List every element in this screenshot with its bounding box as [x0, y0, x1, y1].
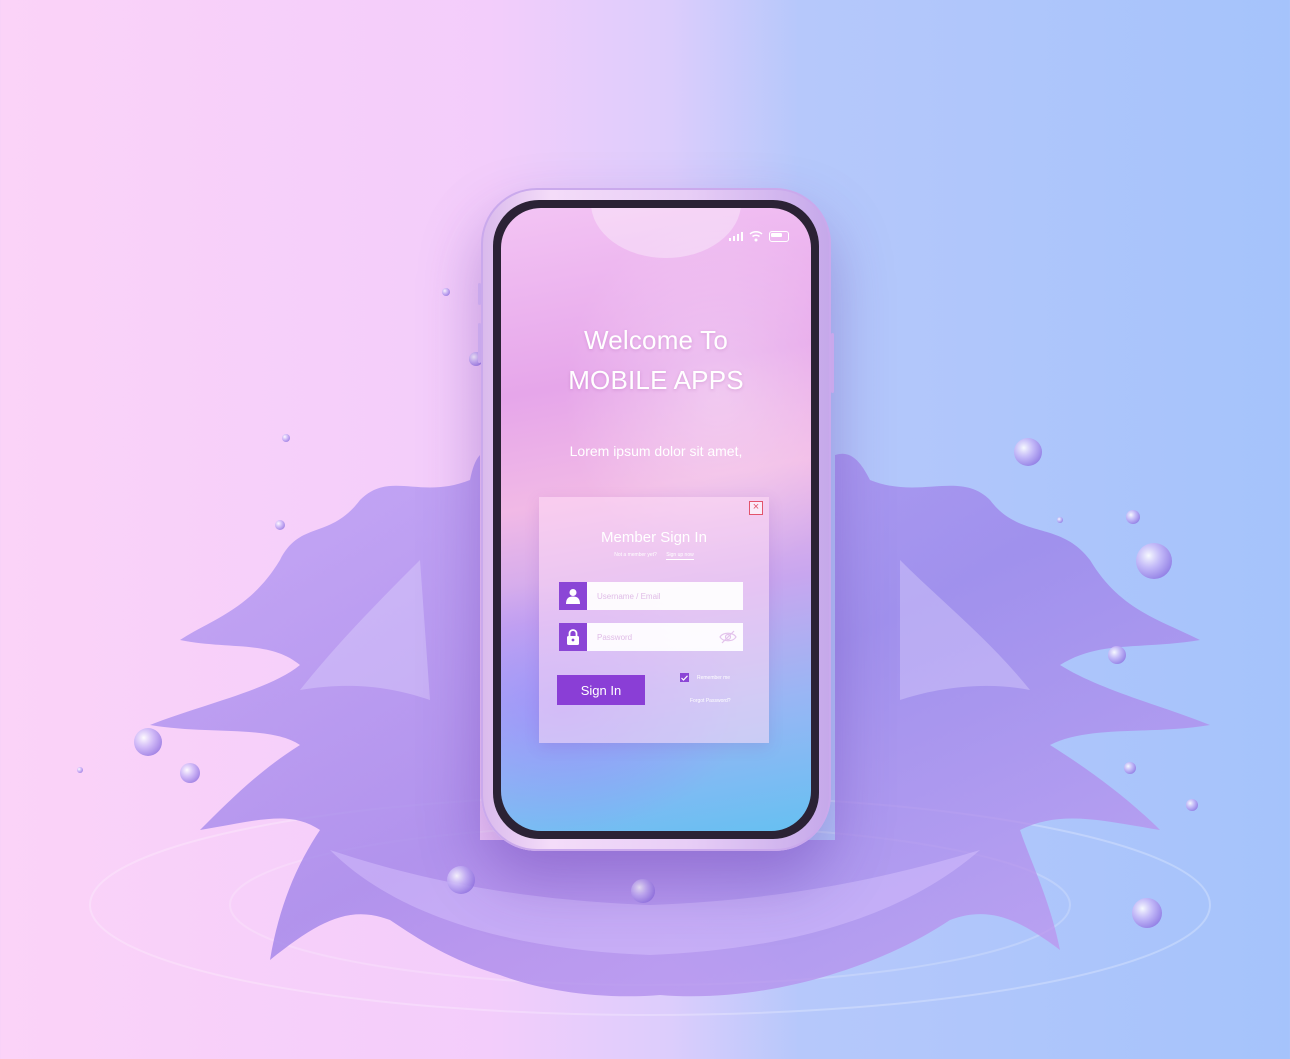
password-field: [559, 623, 743, 651]
username-field: [559, 582, 743, 610]
forgot-password-link[interactable]: Forgot Password?: [690, 698, 731, 704]
smartphone: Welcome To MOBILE APPS Lorem ipsum dolor…: [478, 188, 834, 851]
lock-icon: [559, 623, 587, 651]
remember-me-checkbox[interactable]: [680, 673, 689, 682]
signin-card: × Member Sign In Not a member yet? Sign …: [539, 497, 769, 743]
phone-screen: Welcome To MOBILE APPS Lorem ipsum dolor…: [501, 208, 811, 831]
not-member-text: Not a member yet?: [614, 552, 657, 558]
welcome-heading: Welcome To MOBILE APPS: [501, 320, 811, 400]
power-button: [831, 333, 834, 393]
signin-button[interactable]: Sign In: [557, 675, 645, 705]
battery-icon: [769, 230, 789, 242]
check-icon: [681, 674, 688, 681]
welcome-line-1: Welcome To: [583, 325, 729, 355]
signup-link[interactable]: Sign up now: [666, 552, 694, 560]
user-icon: [559, 582, 587, 610]
screen-glow: [591, 208, 741, 258]
welcome-line-2: MOBILE APPS: [568, 365, 744, 395]
welcome-subtitle: Lorem ipsum dolor sit amet,: [569, 443, 743, 459]
password-input[interactable]: [587, 623, 713, 651]
phone-bezel: Welcome To MOBILE APPS Lorem ipsum dolor…: [493, 200, 819, 839]
wifi-icon: [749, 230, 763, 242]
close-icon[interactable]: ×: [749, 501, 763, 515]
volume-up-button: [478, 323, 481, 363]
eye-off-icon[interactable]: [713, 623, 743, 651]
mute-switch: [478, 283, 481, 305]
signal-bars-icon: [729, 231, 743, 241]
signup-prompt: Not a member yet? Sign up now: [539, 552, 769, 560]
remember-me-label: Remember me: [697, 674, 731, 681]
signin-title: Member Sign In: [601, 529, 707, 546]
remember-me-row: Remember me: [680, 673, 730, 682]
status-bar: [729, 230, 789, 242]
username-input[interactable]: [587, 582, 743, 610]
